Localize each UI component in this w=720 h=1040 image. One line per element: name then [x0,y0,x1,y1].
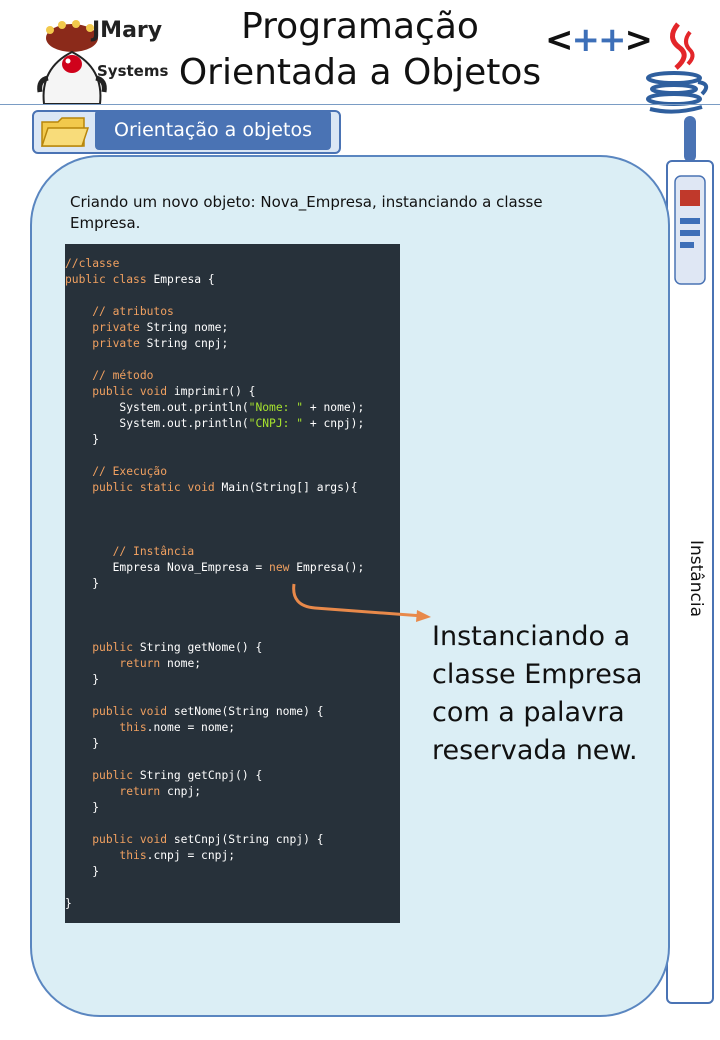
code-line: } [65,577,100,590]
title-line-1: Programação [241,6,479,47]
code-line: Empresa Nova_Empresa = new Empresa(); [65,561,365,574]
code-line: } [65,897,72,910]
cpp-logo-plus: ++ [571,20,627,60]
code-line: return nome; [119,657,202,670]
code-line: private String cnpj; [92,337,229,350]
section-label: Orientação a objetos [95,110,331,150]
code-line: public void setNome(String nome) { [92,705,324,718]
code-line: } [65,865,100,878]
code-line: } [65,737,100,750]
sidebar-label: Instância [686,540,706,617]
code-line: // Execução [92,465,168,478]
code-line: } [65,433,100,446]
sidebar-connector [684,116,696,162]
code-line: public void imprimir() { [92,385,256,398]
code-line: // método [92,369,154,382]
code-line: private String nome; [92,321,229,334]
callout-text: Instanciando a classe Empresa com a pala… [432,621,643,766]
code-line: } [65,801,100,814]
code-line: public String getCnpj() { [92,769,263,782]
code-line: public class Empresa { [65,273,215,286]
code-line: this.nome = nome; [119,721,236,734]
code-line: // Instância [112,545,195,558]
cpp-logo-left: < [545,20,573,60]
code-line: } [65,673,100,686]
code-line: public void setCnpj(String cnpj) { [92,833,324,846]
code-line: public static void Main(String[] args){ [92,481,358,494]
code-line: System.out.println("Nome: " + nome); [65,401,365,414]
code-line: //classe [65,257,120,270]
intro-text: Criando um novo objeto: Nova_Empresa, in… [70,193,543,232]
title-line-2: Orientada a Objetos [178,52,542,93]
code-line: public String getNome() { [92,641,263,654]
code-line: // atributos [92,305,174,318]
folder-icon [40,117,90,147]
code-line: System.out.println("CNPJ: " + cnpj); [65,417,365,430]
callout-arrow [292,583,431,622]
java-cup-icon [646,22,709,114]
cpp-logo: <++> [545,20,653,60]
header-divider [0,104,720,105]
code-line: this.cnpj = cnpj; [119,849,236,862]
code-line: return cnpj; [119,785,202,798]
document-scroll-icon [674,175,706,285]
page-title: Programação Orientada a Objetos [140,4,580,96]
